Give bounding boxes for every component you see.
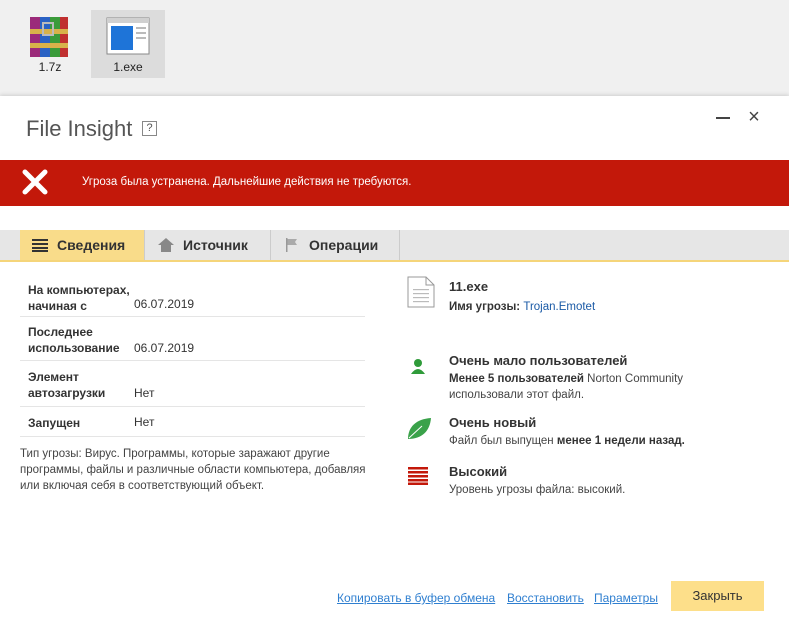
risk-title: Высокий [449,464,508,479]
tab-operations[interactable]: Операции [272,230,400,260]
risk-text: Уровень угрозы файла: высокий. [449,484,626,496]
detail-row: На компьютерах, начиная с 06.07.2019 [20,279,365,317]
detail-value: 06.07.2019 [134,297,195,311]
threat-name-line: Имя угрозы: Trojan.Emotet [449,299,595,315]
leaf-icon [408,418,431,439]
file-icon [407,276,435,308]
desktop-icon-exe[interactable]: 1.exe [91,10,165,78]
age-text-plain: Файл был выпущен [449,435,557,447]
winrar-archive-icon [30,17,68,57]
detail-value: Нет [134,415,155,429]
detail-row: Запущен Нет [20,407,365,437]
detail-value: 06.07.2019 [134,341,195,355]
close-window-button[interactable]: × [745,107,763,127]
users-text: Менее 5 пользователей Norton Community и… [449,371,683,403]
detail-value: Нет [134,386,155,400]
tab-label: Операции [309,237,379,253]
desktop-icon-7z[interactable]: 1.7z [13,10,87,78]
age-text-bold: менее 1 недели назад. [556,435,685,447]
users-community: Norton Community [583,373,684,385]
home-icon [158,238,174,252]
threat-description: Тип угрозы: Вирус. Программы, которые за… [20,448,366,492]
close-x-icon [22,169,48,195]
age-title: Очень новый [449,415,537,430]
detail-key: Последнее использование [28,325,120,355]
tab-bar: Сведения Источник Операции [0,230,789,262]
desktop-icon-label: 1.7z [38,60,62,74]
user-icon [411,359,425,374]
dialog-title: File Insight [26,116,133,141]
close-button[interactable]: Закрыть [671,581,764,611]
tab-label: Источник [183,237,248,253]
tab-details[interactable]: Сведения [20,230,145,260]
threat-name: Trojan.Emotet [523,301,596,313]
detail-row: Элемент автозагрузки Нет [20,361,365,407]
desktop-icon-label: 1.exe [113,60,143,74]
detail-key: Элемент автозагрузки [28,370,106,400]
exe-file-icon [106,17,150,55]
list-icon [32,239,48,252]
detail-key: На компьютерах, начиная с [28,283,130,313]
file-insight-dialog: File Insight ? × Угроза была устранена. … [0,96,789,623]
parameters-link[interactable]: Параметры [594,591,658,605]
tab-label: Сведения [57,237,126,253]
copy-to-clipboard-link[interactable]: Копировать в буфер обмена [337,591,495,605]
threat-label: Имя угрозы: [449,301,521,313]
detail-row: Последнее использование 06.07.2019 [20,317,365,361]
tab-source[interactable]: Источник [146,230,271,260]
users-title: Очень мало пользователей [449,353,628,368]
high-risk-icon [408,467,428,485]
help-button[interactable]: ? [142,121,157,136]
restore-link[interactable]: Восстановить [507,591,584,605]
age-text: Файл был выпущен менее 1 недели назад. [449,433,685,449]
detail-key: Запущен [28,416,81,430]
flag-icon [286,238,297,252]
banner-message: Угроза была устранена. Дальнейшие действ… [82,176,412,188]
file-name: 11.exe [449,279,489,294]
users-text2: использовали этот файл. [449,389,585,401]
users-bold: Менее 5 пользователей [449,373,584,385]
minimize-button[interactable] [714,108,732,126]
threat-banner: Угроза была устранена. Дальнейшие действ… [0,160,789,206]
